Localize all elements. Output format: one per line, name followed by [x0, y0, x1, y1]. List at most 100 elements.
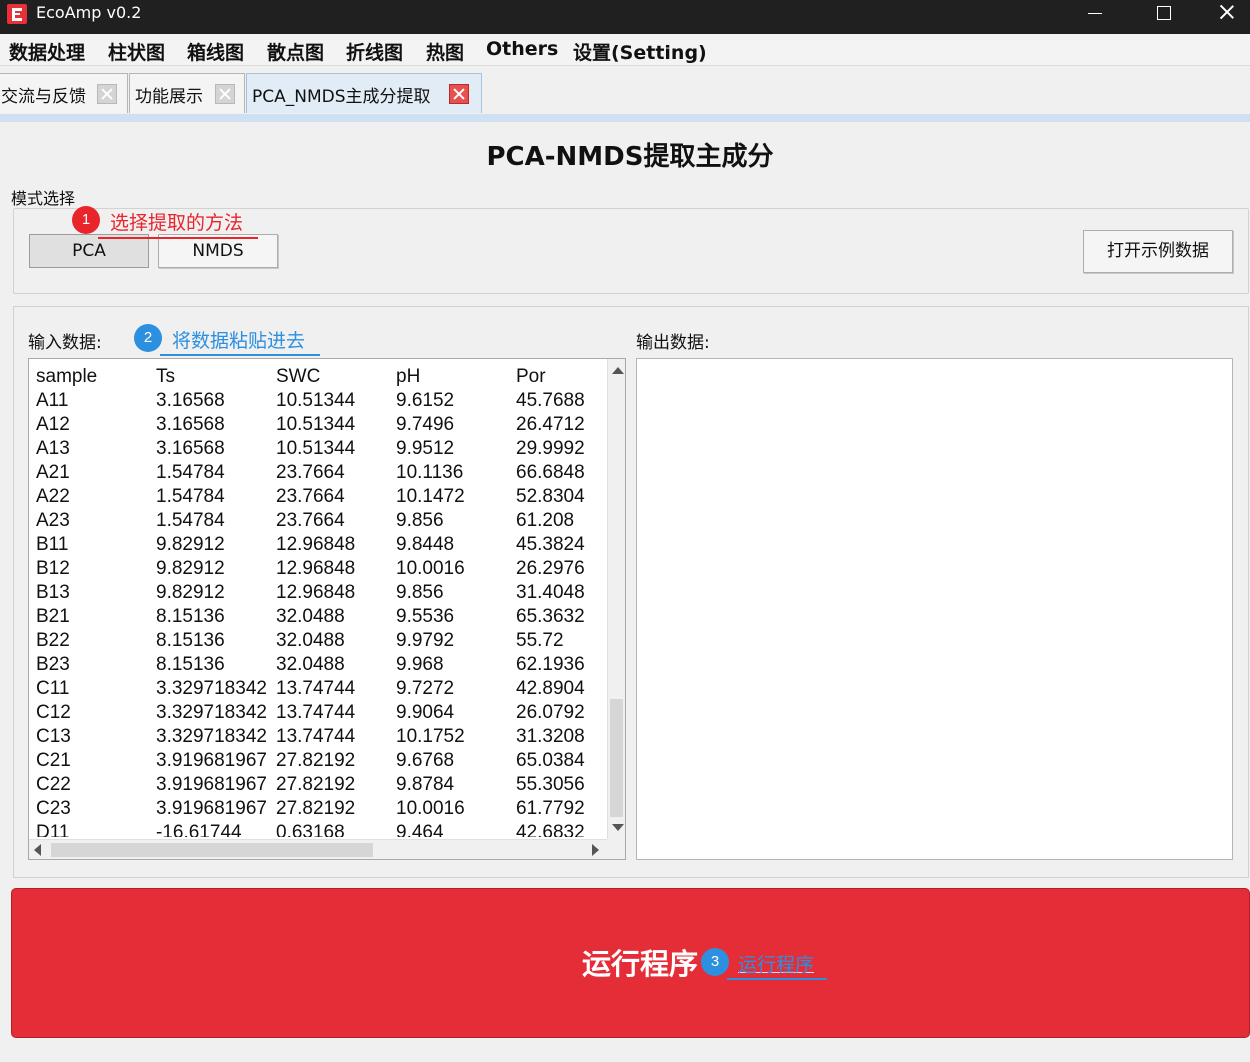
vertical-scrollbar[interactable] [607, 359, 625, 839]
input-cell: 32.0488 [276, 654, 345, 675]
input-cell: 3.16568 [156, 438, 225, 459]
horizontal-scrollbar[interactable] [29, 839, 607, 859]
input-cell: 10.1136 [396, 462, 464, 483]
input-data-row: B22 8.15136 32.0488 9.9792 55.72 [36, 629, 608, 653]
tab-label: 交流与反馈 [1, 87, 86, 107]
input-cell: B23 [36, 654, 70, 675]
tab-close-icon[interactable] [97, 84, 117, 104]
annotation-underline [160, 354, 320, 356]
input-cell: 9.464 [396, 822, 444, 837]
input-data-row: C23 3.919681967 27.82192 10.0016 61.7792 [36, 797, 608, 821]
input-data-row: A22 1.54784 23.7664 10.1472 52.8304 [36, 485, 608, 509]
input-data-row: A21 1.54784 23.7664 10.1136 66.6848 [36, 461, 608, 485]
tab-close-icon[interactable] [215, 84, 235, 104]
input-data-row: C11 3.329718342 13.74744 9.7272 42.8904 [36, 677, 608, 701]
input-cell: 9.7496 [396, 414, 455, 435]
tab-close-icon[interactable] [449, 84, 469, 104]
input-cell: 65.3632 [516, 606, 585, 627]
output-data-textarea[interactable] [636, 358, 1233, 860]
tab-label: PCA_NMDS主成分提取 [252, 87, 431, 107]
input-data-row: A11 3.16568 10.51344 9.6152 45.7688 [36, 389, 608, 413]
minimize-button[interactable] [1072, 0, 1118, 30]
menu-settings[interactable]: 设置(Setting) [573, 38, 707, 65]
scroll-left-arrow-icon[interactable] [34, 844, 41, 856]
annotation-text: 选择提取的方法 [110, 212, 244, 234]
close-button[interactable] [1204, 0, 1250, 30]
maximize-button[interactable] [1140, 0, 1186, 30]
input-data-row: B13 9.82912 12.96848 9.856 31.4048 [36, 581, 608, 605]
input-cell: 26.4712 [516, 414, 585, 435]
input-data-row: A12 3.16568 10.51344 9.7496 26.4712 [36, 413, 608, 437]
input-data-textarea[interactable]: sample Ts SWC pH Por A11 3.16568 10.51344 9.6152… [28, 358, 626, 860]
input-cell: 10.1752 [396, 726, 465, 747]
input-cell: 31.4048 [516, 582, 585, 603]
input-data-row: C12 3.329718342 13.74744 9.9064 26.0792 [36, 701, 608, 725]
input-cell: 1.54784 [156, 462, 225, 483]
app-logo-icon [7, 4, 27, 24]
input-cell: 12.96848 [276, 558, 356, 579]
open-example-data-button[interactable]: 打开示例数据 [1083, 230, 1233, 273]
run-program-label: 运行程序 [582, 947, 699, 981]
nmds-button[interactable]: NMDS [158, 234, 278, 268]
input-data-row: C13 3.329718342 13.74744 10.1752 31.3208 [36, 725, 608, 749]
menu-bar-chart[interactable]: 柱状图 [108, 38, 165, 65]
tab-feedback[interactable]: 交流与反馈 [0, 73, 128, 113]
input-cell: 62.1936 [516, 654, 585, 675]
input-cell: pH [396, 366, 421, 387]
annotation-number: 2 [134, 324, 162, 352]
input-cell: 32.0488 [276, 630, 345, 651]
input-cell: A13 [36, 438, 70, 459]
input-cell: D11 [36, 822, 70, 837]
page-title: PCA-NMDS提取主成分 [486, 142, 774, 172]
input-cell: 9.9512 [396, 438, 455, 459]
input-cell: 10.51344 [276, 438, 356, 459]
annotation-text: 运行程序 [738, 954, 815, 976]
tab-active-indicator [0, 114, 1250, 122]
scroll-corner [607, 839, 625, 859]
tab-pca-nmds[interactable]: PCA_NMDS主成分提取 [246, 73, 482, 113]
menu-scatter-plot[interactable]: 散点图 [267, 38, 324, 65]
scroll-down-arrow-icon[interactable] [612, 824, 624, 831]
input-cell: A11 [36, 390, 69, 411]
tab-features[interactable]: 功能展示 [129, 73, 245, 113]
run-program-button[interactable]: 运行程序 [11, 888, 1250, 1038]
input-cell: 55.3056 [516, 774, 585, 795]
input-cell: 52.8304 [516, 486, 585, 507]
menu-others[interactable]: Others [486, 38, 558, 60]
input-cell: 42.8904 [516, 678, 585, 699]
input-cell: 66.6848 [516, 462, 585, 483]
input-data-row: A13 3.16568 10.51344 9.9512 29.9992 [36, 437, 608, 461]
menu-data-processing[interactable]: 数据处理 [9, 38, 85, 65]
input-cell: 23.7664 [276, 462, 345, 483]
vertical-scroll-thumb[interactable] [610, 699, 623, 817]
input-cell: 9.856 [396, 582, 444, 603]
scroll-up-arrow-icon[interactable] [612, 367, 624, 374]
input-data-content: sample Ts SWC pH Por A11 3.16568 10.51344 9.6152… [36, 365, 608, 837]
horizontal-scroll-thumb[interactable] [51, 843, 373, 857]
tab-label: 功能展示 [135, 87, 203, 107]
input-cell: 1.54784 [156, 486, 225, 507]
input-cell: A23 [36, 510, 70, 531]
input-data-row: D11 -16.61744 0.63168 9.464 42.6832 [36, 821, 608, 837]
menu-line-chart[interactable]: 折线图 [346, 38, 403, 65]
input-cell: 27.82192 [276, 750, 356, 771]
input-cell: 9.9792 [396, 630, 455, 651]
menu-box-plot[interactable]: 箱线图 [187, 38, 244, 65]
input-cell: 32.0488 [276, 606, 345, 627]
input-cell: 13.74744 [276, 726, 356, 747]
annotation-underline [98, 237, 258, 239]
pca-button[interactable]: PCA [29, 234, 149, 268]
input-cell: 12.96848 [276, 534, 356, 555]
scroll-right-arrow-icon[interactable] [592, 844, 599, 856]
input-cell: 29.9992 [516, 438, 585, 459]
input-data-row: B21 8.15136 32.0488 9.5536 65.3632 [36, 605, 608, 629]
input-cell: B11 [36, 534, 69, 555]
input-cell: 3.919681967 [156, 750, 267, 771]
menu-heatmap[interactable]: 热图 [426, 38, 464, 65]
input-cell: 9.82912 [156, 534, 225, 555]
input-cell: C21 [36, 750, 71, 771]
menu-bar: 数据处理 柱状图 箱线图 散点图 折线图 热图 Others 设置(Settin… [0, 34, 1250, 66]
input-cell: 9.5536 [396, 606, 455, 627]
input-cell: 9.6152 [396, 390, 455, 411]
input-cell: 27.82192 [276, 798, 356, 819]
